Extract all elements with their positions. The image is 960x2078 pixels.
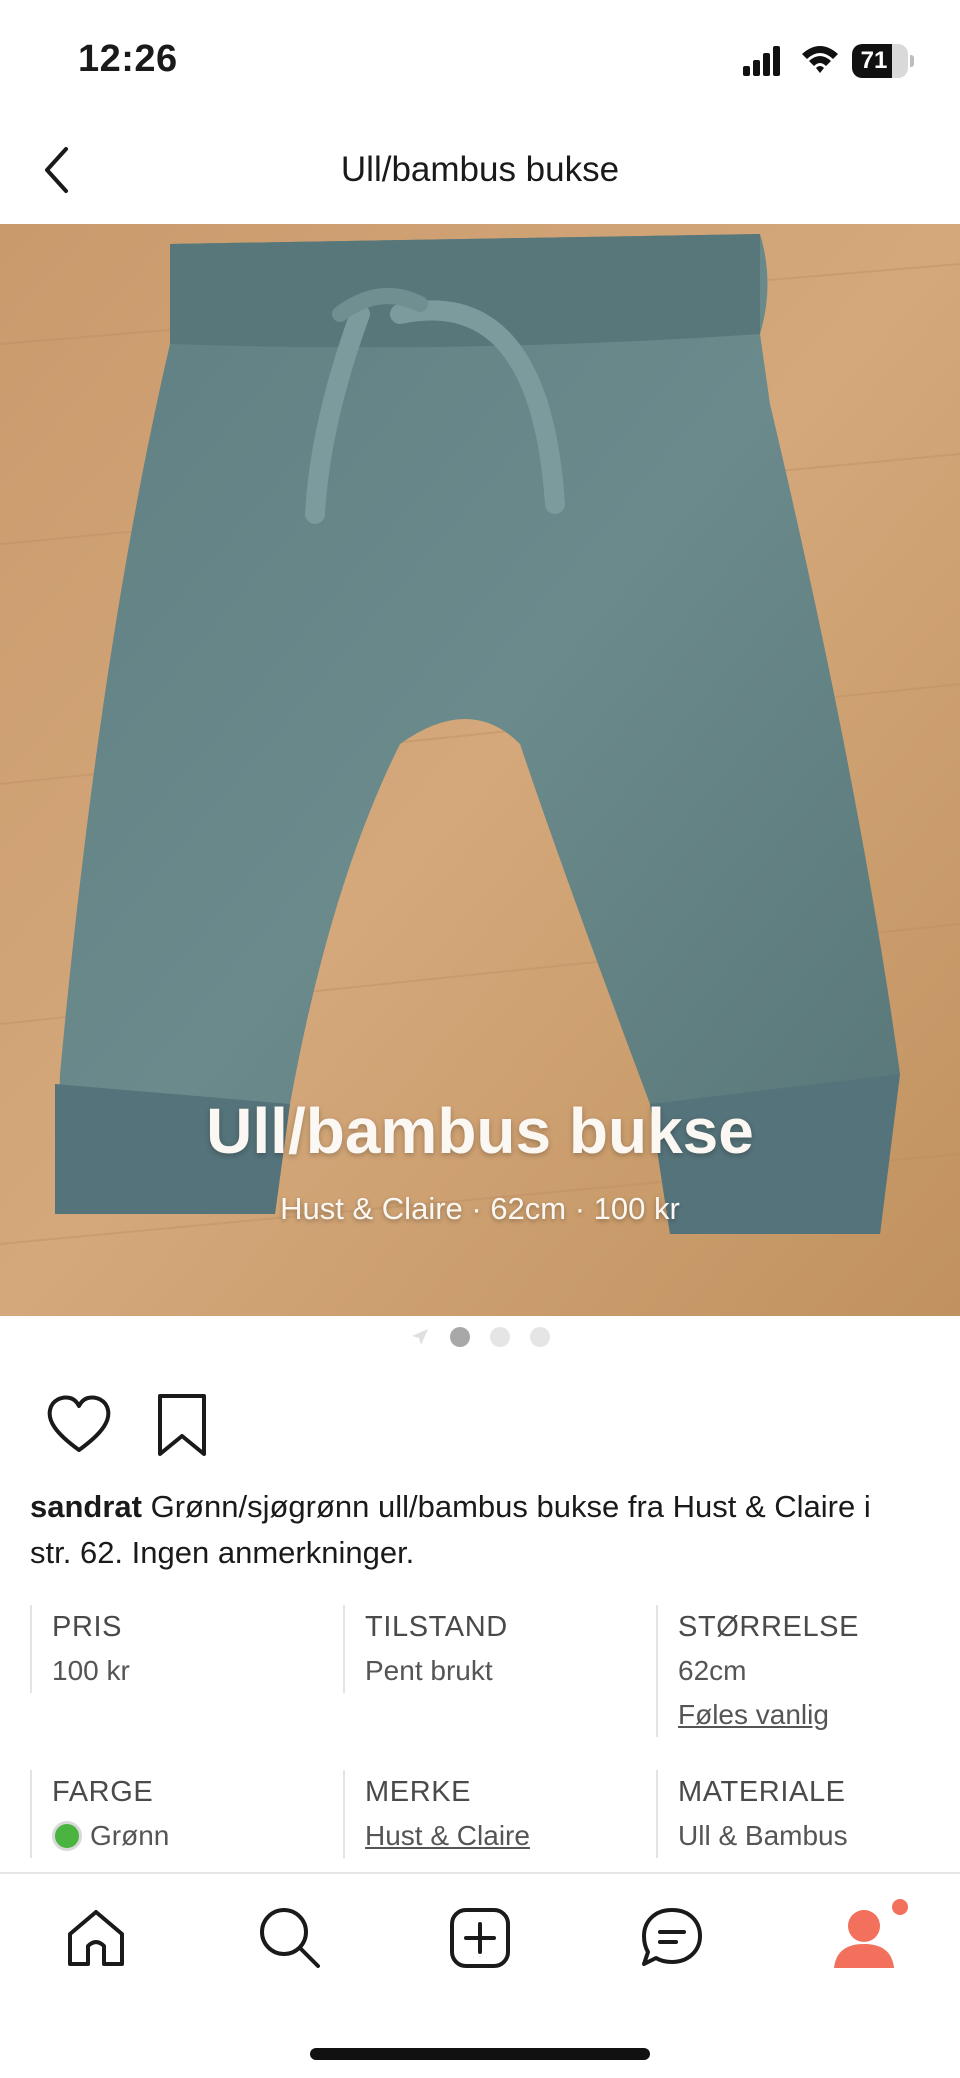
color-value-row: Grønn [52, 1814, 330, 1858]
bookmark-icon [158, 1394, 206, 1456]
hero-title: Ull/bambus bukse [206, 1095, 754, 1167]
add-icon [450, 1908, 510, 1968]
battery-level: 71 [860, 47, 888, 74]
home-icon [68, 1910, 124, 1966]
price-label: PRIS [52, 1611, 123, 1643]
wifi-icon [802, 46, 838, 73]
color-swatch [52, 1821, 82, 1851]
size-value: 62cm [678, 1655, 747, 1686]
like-button[interactable] [44, 1390, 114, 1460]
description-text: Grønn/sjøgrønn ull/bambus bukse fra Hust… [30, 1489, 871, 1570]
color-value: Grønn [90, 1820, 170, 1851]
home-indicator [310, 2048, 650, 2060]
product-image-carousel[interactable]: Ull/bambus bukse Hust & Claire · 62cm · … [0, 224, 960, 1316]
tab-search[interactable] [254, 1902, 326, 1974]
messages-icon [642, 1908, 702, 1966]
product-description: sandrat Grønn/sjøgrønn ull/bambus bukse … [30, 1484, 910, 1576]
price-value: 100 kr [52, 1655, 130, 1686]
status-bar: 12:26 71 [0, 0, 960, 120]
save-button[interactable] [150, 1390, 214, 1460]
signal-icon [743, 46, 780, 76]
color-label: FARGE [52, 1776, 154, 1808]
notification-badge [892, 1899, 908, 1915]
product-screen: 12:26 71 Ull/bambus bukse Ull/bambus buk… [0, 0, 960, 2078]
location-arrow-icon [412, 1329, 428, 1345]
tab-profile[interactable] [828, 1902, 900, 1974]
carousel-pager [0, 1322, 960, 1352]
tab-add[interactable] [444, 1902, 516, 1974]
detail-material: MATERIALE Ull & Bambus [656, 1770, 956, 1858]
battery-icon: 71 [852, 44, 914, 78]
profile-icon [834, 1910, 894, 1968]
status-time: 12:26 [78, 38, 178, 80]
detail-size: STØRRELSE 62cm Føles vanlig [656, 1605, 956, 1737]
heart-icon [47, 1395, 111, 1452]
detail-brand: MERKE Hust & Claire [343, 1770, 643, 1858]
tab-bar [0, 1872, 960, 2078]
detail-color: FARGE Grønn [30, 1770, 330, 1858]
condition-label: TILSTAND [365, 1611, 508, 1643]
brand-label: MERKE [365, 1776, 472, 1808]
material-label: MATERIALE [678, 1776, 846, 1808]
tab-home[interactable] [60, 1902, 132, 1974]
nav-bar: Ull/bambus bukse [0, 120, 960, 224]
size-fit-link[interactable]: Føles vanlig [678, 1693, 956, 1737]
seller-name[interactable]: sandrat [30, 1489, 142, 1524]
brand-link[interactable]: Hust & Claire [365, 1814, 643, 1858]
pager-dot-2[interactable] [490, 1327, 510, 1347]
material-value: Ull & Bambus [678, 1820, 848, 1851]
hero-subtitle: Hust & Claire · 62cm · 100 kr [280, 1191, 680, 1226]
detail-price: PRIS 100 kr [30, 1605, 330, 1693]
condition-value: Pent brukt [365, 1655, 493, 1686]
tab-messages[interactable] [636, 1902, 708, 1974]
pager-dot-1[interactable] [450, 1327, 470, 1347]
pager-dot-3[interactable] [530, 1327, 550, 1347]
page-title: Ull/bambus bukse [340, 150, 620, 189]
detail-condition: TILSTAND Pent brukt [343, 1605, 643, 1693]
search-icon [260, 1908, 320, 1968]
size-label: STØRRELSE [678, 1611, 860, 1643]
